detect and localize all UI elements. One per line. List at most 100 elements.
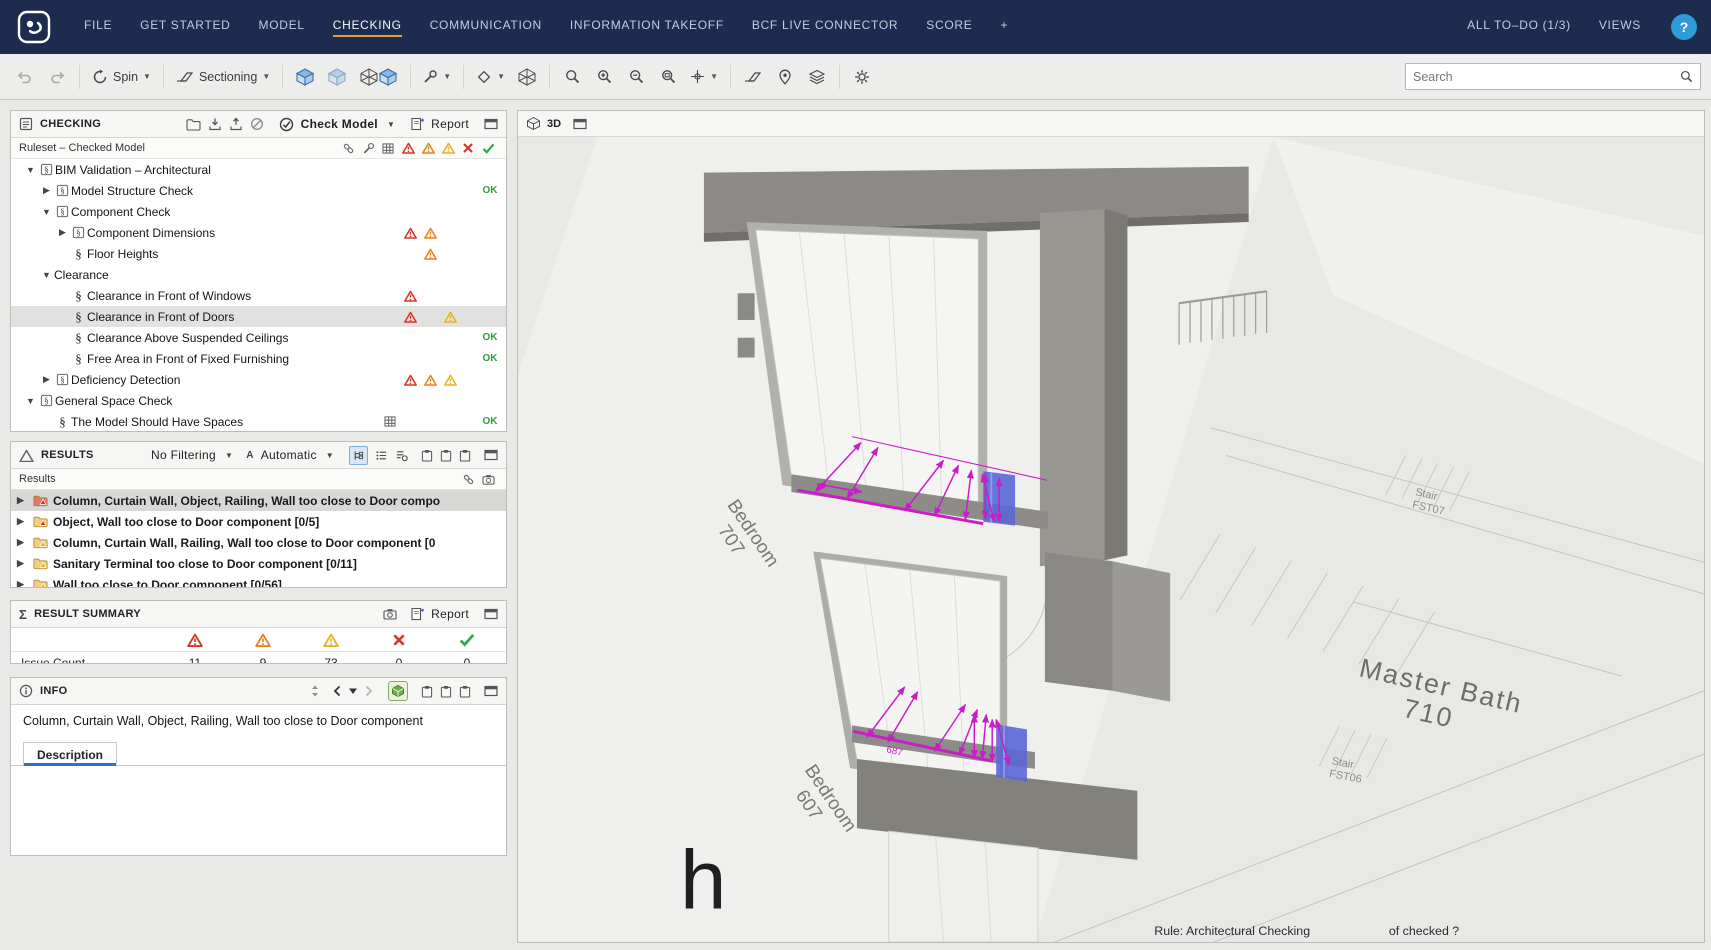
chevron-down-icon[interactable]: ▼ — [225, 451, 233, 460]
report-button[interactable]: Report — [431, 117, 469, 131]
automatic-dropdown[interactable]: Automatic — [261, 448, 317, 462]
export-icon[interactable] — [229, 117, 243, 131]
severity-critical-icon[interactable] — [398, 142, 418, 154]
list-view-icon[interactable] — [375, 449, 388, 462]
checking-tree-row[interactable]: §Floor Heights — [11, 243, 506, 264]
map-pin-icon[interactable] — [770, 61, 800, 93]
sectioning-button[interactable]: Sectioning▼ — [171, 61, 275, 93]
open-ruleset-icon[interactable] — [186, 118, 201, 131]
severity-low-icon[interactable] — [438, 142, 458, 154]
wrench-icon[interactable] — [358, 142, 378, 155]
severity-moderate-icon[interactable] — [418, 142, 438, 154]
checking-tree-row[interactable]: §Clearance Above Suspended CeilingsOK — [11, 327, 506, 348]
panel-window-icon[interactable] — [484, 608, 498, 620]
wireframe-cube-icon[interactable] — [512, 61, 542, 93]
accepted-column-icon[interactable] — [478, 143, 498, 154]
3d-model-canvas[interactable]: 687 Bedroom 707 Bedroom 607 Master Bath … — [518, 137, 1704, 942]
spin-button[interactable]: Spin▼ — [87, 61, 156, 93]
settings-gear-icon[interactable] — [847, 61, 877, 93]
nav-item-file[interactable]: FILE — [70, 0, 126, 54]
chevron-down-icon[interactable]: ▼ — [326, 451, 334, 460]
transparency-icon[interactable] — [354, 61, 403, 93]
result-list-item[interactable]: ▶Sanitary Terminal too close to Door com… — [11, 553, 506, 574]
link-icon[interactable] — [458, 473, 478, 486]
search-input[interactable] — [1413, 70, 1675, 84]
hide-selected-icon[interactable] — [322, 61, 352, 93]
tab-description[interactable]: Description — [23, 742, 117, 766]
result-list-item[interactable]: ▶Wall too close to Door component [0/56] — [11, 574, 506, 588]
snapshot-icon[interactable] — [478, 474, 498, 485]
show-selected-icon[interactable] — [290, 61, 320, 93]
undo-button[interactable] — [10, 61, 40, 93]
list-settings-icon[interactable] — [395, 449, 408, 462]
table-column-icon[interactable] — [378, 143, 398, 154]
expand-icon[interactable]: ▶ — [17, 579, 28, 588]
expand-icon[interactable]: ▶ — [17, 537, 28, 548]
nav-item-bcf-live-connector[interactable]: BCF LIVE CONNECTOR — [738, 0, 912, 54]
expand-icon[interactable]: ▶ — [17, 516, 28, 527]
collapse-icon[interactable]: ▼ — [39, 207, 54, 217]
clipboard-copy-icon[interactable] — [421, 449, 433, 462]
redo-button[interactable] — [42, 61, 72, 93]
report-icon[interactable] — [410, 607, 424, 621]
panel-window-icon[interactable] — [573, 118, 587, 130]
check-model-icon[interactable] — [279, 117, 294, 132]
checking-tree-row[interactable]: ▼§General Space Check — [11, 390, 506, 411]
panel-window-icon[interactable] — [484, 118, 498, 130]
checking-tree-row[interactable]: ▼§Component Check — [11, 201, 506, 222]
import-icon[interactable] — [208, 117, 222, 131]
expand-icon[interactable]: ▶ — [17, 495, 28, 506]
rejected-column-icon[interactable] — [458, 142, 478, 154]
checking-tree-row[interactable]: §Clearance in Front of Doors — [11, 306, 506, 327]
clip-plane-icon[interactable] — [738, 61, 768, 93]
zoom-out-icon[interactable] — [621, 61, 651, 93]
dropdown-triangle-icon[interactable] — [348, 687, 358, 695]
nav-item-model[interactable]: MODEL — [245, 0, 319, 54]
nav-item-get-started[interactable]: GET STARTED — [126, 0, 244, 54]
automatic-icon[interactable]: A — [246, 450, 254, 461]
filtering-dropdown[interactable]: No Filtering — [151, 448, 216, 462]
checking-tree-row[interactable]: ▼Clearance — [11, 264, 506, 285]
report-button[interactable]: Report — [431, 607, 469, 621]
nav-item-score[interactable]: SCORE — [912, 0, 986, 54]
result-list-item[interactable]: ▶Column, Curtain Wall, Object, Railing, … — [11, 490, 506, 511]
clipboard-copy-icon[interactable] — [421, 685, 433, 698]
expand-icon[interactable]: ▶ — [39, 374, 54, 385]
layers-icon[interactable] — [802, 61, 832, 93]
checking-tree-row[interactable]: ▼§BIM Validation – Architectural — [11, 159, 506, 180]
collapse-icon[interactable]: ▼ — [23, 165, 38, 175]
zoom-in-icon[interactable] — [589, 61, 619, 93]
panel-window-icon[interactable] — [484, 449, 498, 461]
snapshot-icon[interactable] — [383, 608, 397, 620]
collapse-icon[interactable]: ▼ — [39, 270, 54, 280]
nav-item-information-takeoff[interactable]: INFORMATION TAKEOFF — [556, 0, 738, 54]
nav-item-views[interactable]: VIEWS — [1585, 0, 1655, 54]
sort-icon[interactable] — [310, 684, 320, 698]
clipboard-add-icon[interactable] — [440, 685, 452, 698]
checking-tree-row[interactable]: §Clearance in Front of Windows — [11, 285, 506, 306]
clipboard-add-icon[interactable] — [440, 449, 452, 462]
nav-item-all-todo[interactable]: ALL TO–DO (1/3) — [1453, 0, 1585, 54]
show-in-3d-toggle[interactable] — [388, 681, 408, 701]
expand-icon[interactable]: ▶ — [17, 558, 28, 569]
checking-tree-row[interactable]: ▶§Component Dimensions — [11, 222, 506, 243]
report-icon[interactable] — [410, 117, 424, 131]
hierarchy-view-icon[interactable] — [349, 446, 368, 465]
expand-icon[interactable]: ▶ — [55, 227, 70, 238]
checking-tree-row[interactable]: §Free Area in Front of Fixed FurnishingO… — [11, 348, 506, 369]
chevron-down-icon[interactable]: ▼ — [387, 120, 395, 129]
nav-item--[interactable]: + — [986, 0, 1022, 54]
previous-icon[interactable] — [333, 685, 341, 697]
view-direction-button[interactable]: ▼ — [471, 61, 510, 93]
expand-icon[interactable]: ▶ — [39, 185, 54, 196]
link-icon[interactable] — [338, 142, 358, 155]
checking-tree-row[interactable]: §The Model Should Have SpacesOK — [11, 411, 506, 432]
help-button[interactable]: ? — [1671, 14, 1697, 40]
pick-tool-button[interactable]: ▼ — [418, 61, 456, 93]
result-list-item[interactable]: ▶Object, Wall too close to Door componen… — [11, 511, 506, 532]
zoom-window-icon[interactable] — [653, 61, 683, 93]
clipboard-view-icon[interactable] — [459, 685, 471, 698]
collapse-icon[interactable]: ▼ — [23, 396, 38, 406]
checking-tree-row[interactable]: ▶§Model Structure CheckOK — [11, 180, 506, 201]
nav-item-checking[interactable]: CHECKING — [319, 0, 416, 54]
